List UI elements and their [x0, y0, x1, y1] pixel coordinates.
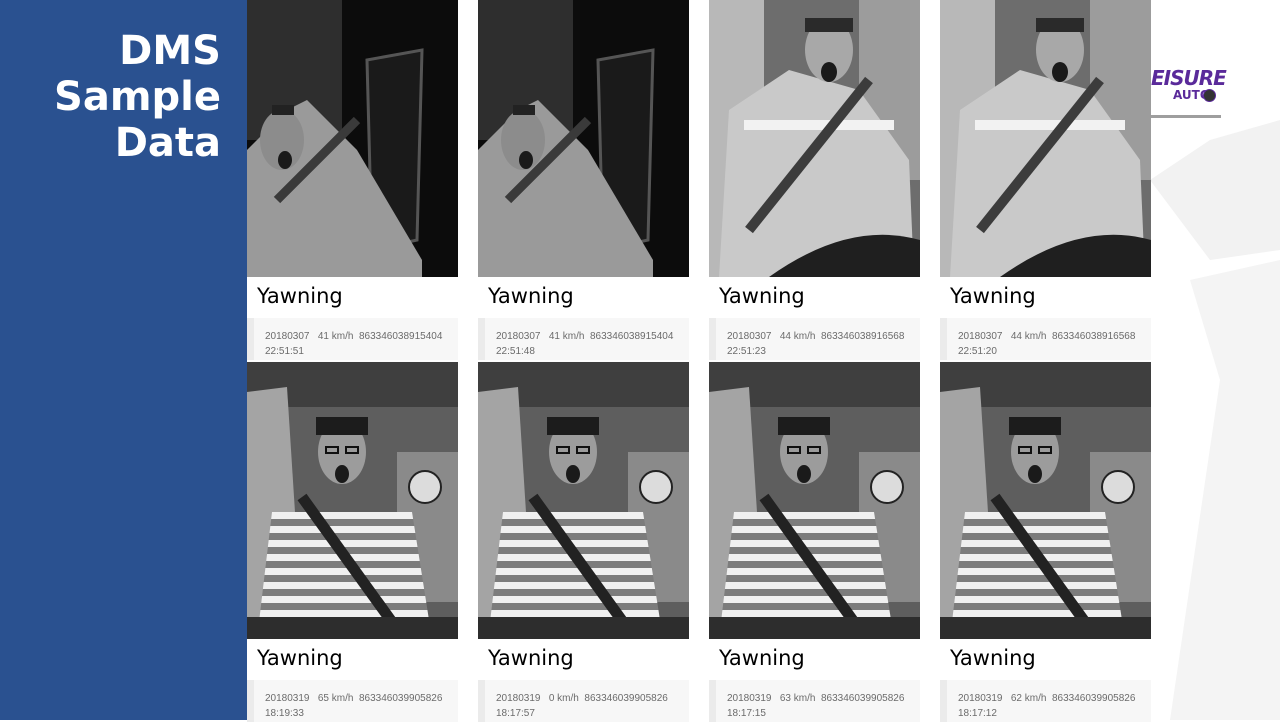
event-date: 20180319	[265, 693, 310, 704]
event-info-line: 20180319 65 km/h 863346039905826	[265, 693, 442, 704]
event-time: 22:51:51	[265, 346, 304, 357]
event-time: 22:51:23	[727, 346, 766, 357]
event-metadata: 20180319 63 km/h 863346039905826 18:17:15	[709, 680, 920, 722]
event-date: 20180307	[496, 331, 541, 342]
event-time: 22:51:20	[958, 346, 997, 357]
company-logo: EISURE AUTO	[1151, 64, 1227, 120]
metadata-strip	[478, 680, 485, 722]
event-metadata: 20180307 41 km/h 863346038915404 22:51:51	[247, 318, 458, 360]
sample-card: Yawning 20180319 65 km/h 863346039905826 1…	[247, 362, 458, 722]
event-metadata: 20180307 44 km/h 863346038916568 22:51:20	[940, 318, 1151, 360]
event-info-line: 20180319 63 km/h 863346039905826	[727, 693, 904, 704]
behavior-label: Yawning	[257, 646, 343, 670]
metadata-strip	[247, 318, 254, 360]
event-speed: 63 km/h	[779, 693, 816, 704]
metadata-strip	[478, 318, 485, 360]
device-id: 863346039905826	[358, 693, 443, 704]
behavior-label: Yawning	[488, 646, 574, 670]
event-date: 20180307	[727, 331, 772, 342]
event-speed: 62 km/h	[1010, 693, 1047, 704]
driver-camera-image	[940, 362, 1151, 639]
title-sidebar: DMS Sample Data	[0, 0, 247, 720]
event-metadata: 20180307 41 km/h 863346038915404 22:51:48	[478, 318, 689, 360]
device-id: 863346039905826	[820, 693, 905, 704]
device-id: 863346038916568	[820, 331, 905, 342]
event-info-line: 20180307 41 km/h 863346038915404	[496, 331, 673, 342]
event-time: 18:17:12	[958, 708, 997, 719]
event-date: 20180307	[958, 331, 1003, 342]
background-decoration	[1150, 120, 1280, 720]
sample-card: Yawning 20180319 0 km/h 863346039905826 18…	[478, 362, 689, 722]
sample-card: Yawning 20180307 41 km/h 863346038915404 2…	[478, 0, 689, 360]
behavior-label: Yawning	[719, 646, 805, 670]
metadata-strip	[709, 318, 716, 360]
logo-underline	[1151, 115, 1221, 118]
device-id: 863346038915404	[358, 331, 443, 342]
event-speed: 41 km/h	[548, 331, 585, 342]
metadata-strip	[940, 680, 947, 722]
event-date: 20180319	[958, 693, 1003, 704]
sample-card: Yawning 20180319 62 km/h 863346039905826 1…	[940, 362, 1151, 722]
slide-title: DMS Sample Data	[54, 28, 221, 166]
behavior-label: Yawning	[257, 284, 343, 308]
driver-camera-image	[247, 0, 458, 277]
driver-camera-image	[709, 362, 920, 639]
driver-camera-image	[940, 0, 1151, 277]
behavior-label: Yawning	[950, 646, 1036, 670]
event-speed: 41 km/h	[317, 331, 354, 342]
event-info-line: 20180307 41 km/h 863346038915404	[265, 331, 442, 342]
event-info-line: 20180307 44 km/h 863346038916568	[958, 331, 1135, 342]
event-time: 18:17:15	[727, 708, 766, 719]
event-speed: 0 km/h	[548, 693, 579, 704]
device-id: 863346039905826	[1051, 693, 1136, 704]
event-metadata: 20180319 62 km/h 863346039905826 18:17:12	[940, 680, 1151, 722]
event-date: 20180319	[496, 693, 541, 704]
sample-card: Yawning 20180307 44 km/h 863346038916568 2…	[940, 0, 1151, 360]
metadata-strip	[940, 318, 947, 360]
event-metadata: 20180307 44 km/h 863346038916568 22:51:23	[709, 318, 920, 360]
driver-camera-image	[478, 0, 689, 277]
event-metadata: 20180319 0 km/h 863346039905826 18:17:57	[478, 680, 689, 722]
event-info-line: 20180319 0 km/h 863346039905826	[496, 693, 668, 704]
driver-camera-image	[247, 362, 458, 639]
event-info-line: 20180307 44 km/h 863346038916568	[727, 331, 904, 342]
event-time: 22:51:48	[496, 346, 535, 357]
sample-card: Yawning 20180307 44 km/h 863346038916568 2…	[709, 0, 920, 360]
sample-card: Yawning 20180307 41 km/h 863346038915404 2…	[247, 0, 458, 360]
logo-text-top: EISURE	[1151, 66, 1227, 90]
event-speed: 44 km/h	[779, 331, 816, 342]
metadata-strip	[247, 680, 254, 722]
behavior-label: Yawning	[719, 284, 805, 308]
event-date: 20180307	[265, 331, 310, 342]
event-speed: 44 km/h	[1010, 331, 1047, 342]
metadata-strip	[709, 680, 716, 722]
event-speed: 65 km/h	[317, 693, 354, 704]
device-id: 863346038916568	[1051, 331, 1136, 342]
driver-camera-image	[709, 0, 920, 277]
event-time: 18:19:33	[265, 708, 304, 719]
event-time: 18:17:57	[496, 708, 535, 719]
behavior-label: Yawning	[950, 284, 1036, 308]
device-id: 863346039905826	[584, 693, 668, 704]
driver-camera-image	[478, 362, 689, 639]
event-metadata: 20180319 65 km/h 863346039905826 18:19:33	[247, 680, 458, 722]
behavior-label: Yawning	[488, 284, 574, 308]
sample-card: Yawning 20180319 63 km/h 863346039905826 1…	[709, 362, 920, 722]
logo-ball-icon	[1203, 89, 1216, 102]
event-info-line: 20180319 62 km/h 863346039905826	[958, 693, 1135, 704]
device-id: 863346038915404	[589, 331, 674, 342]
event-date: 20180319	[727, 693, 772, 704]
